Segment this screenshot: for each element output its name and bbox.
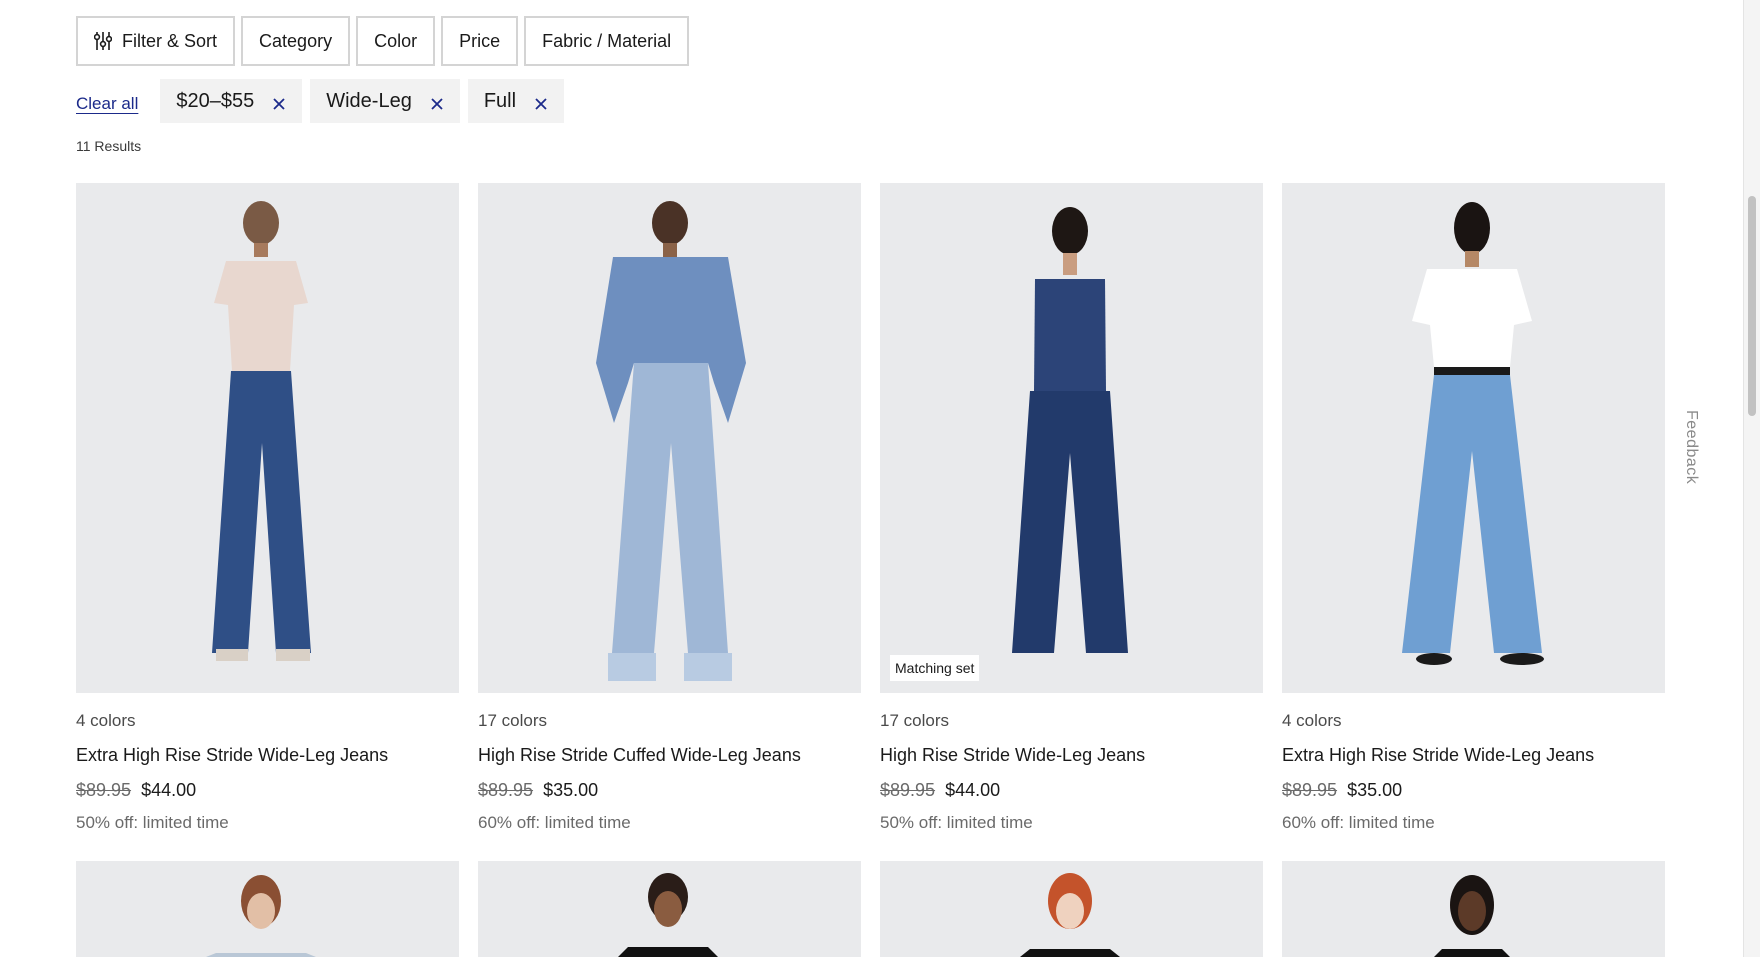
chip-label: $20–$55	[176, 89, 255, 112]
product-color-count: 17 colors	[880, 711, 949, 730]
applied-filter-chip: Full	[467, 79, 565, 123]
applied-filter-chip: $20–$55	[160, 79, 303, 123]
color-filter-button[interactable]: Color	[356, 16, 436, 66]
applied-filter-chip: Wide-Leg	[310, 79, 460, 123]
original-price: $89.95	[76, 780, 132, 800]
category-filter-button[interactable]: Category	[241, 16, 351, 66]
applied-filters: Clear all $20–$55 Wide-Leg Full	[76, 79, 565, 123]
filter-sort-label: Filter & Sort	[122, 30, 218, 51]
scrollbar-thumb[interactable]	[1748, 196, 1756, 416]
product-image[interactable]	[76, 861, 459, 957]
product-name[interactable]: Extra High Rise Stride Wide-Leg Jeans	[76, 745, 459, 766]
product-name[interactable]: Extra High Rise Stride Wide-Leg Jeans	[1282, 745, 1665, 766]
chip-label: Wide-Leg	[326, 89, 412, 112]
product-image[interactable]: Matching set	[880, 183, 1263, 693]
price-filter-button[interactable]: Price	[441, 16, 519, 66]
product-image[interactable]	[478, 861, 861, 957]
page-scrollbar[interactable]	[1743, 0, 1760, 957]
product-color-count: 4 colors	[1282, 711, 1342, 730]
product-image[interactable]	[880, 861, 1263, 957]
promo-text: 60% off: limited time	[1282, 813, 1435, 832]
top	[214, 261, 308, 371]
product-image[interactable]	[1282, 183, 1665, 693]
sale-price: $35.00	[1347, 780, 1403, 800]
tshirt	[1412, 269, 1532, 367]
sliders-icon	[93, 31, 113, 51]
top	[1034, 279, 1106, 391]
product-prices: $89.95 $35.00	[478, 780, 861, 801]
product-card[interactable]: 17 colors High Rise Stride Cuffed Wide-L…	[478, 183, 861, 833]
sale-price: $35.00	[543, 780, 599, 800]
remove-filter-icon[interactable]	[430, 94, 444, 110]
product-card[interactable]: 4 colors Extra High Rise Stride Wide-Leg…	[76, 183, 459, 833]
clear-all-link[interactable]: Clear all	[76, 94, 138, 114]
product-color-count: 4 colors	[76, 711, 136, 730]
remove-filter-icon[interactable]	[272, 94, 286, 110]
chip-label: Full	[483, 89, 517, 112]
results-count: 11 Results	[76, 138, 142, 154]
product-prices: $89.95 $35.00	[1282, 780, 1665, 801]
jeans	[212, 371, 311, 653]
product-prices: $89.95 $44.00	[76, 780, 459, 801]
sale-price: $44.00	[141, 780, 197, 800]
promo-text: 50% off: limited time	[76, 813, 229, 832]
jeans	[612, 363, 728, 653]
filter-bar: Filter & Sort Category Color Price Fabri…	[76, 16, 690, 66]
promo-text: 60% off: limited time	[478, 813, 631, 832]
original-price: $89.95	[478, 780, 534, 800]
product-image[interactable]	[478, 183, 861, 693]
remove-filter-icon[interactable]	[534, 94, 548, 110]
product-card[interactable]: 4 colors Extra High Rise Stride Wide-Leg…	[1282, 183, 1665, 833]
filter-sort-button[interactable]: Filter & Sort	[76, 16, 236, 66]
promo-text: 50% off: limited time	[880, 813, 1033, 832]
jeans	[1012, 391, 1128, 653]
sale-price: $44.00	[945, 780, 1001, 800]
product-prices: $89.95 $44.00	[880, 780, 1263, 801]
jeans	[1402, 375, 1542, 653]
original-price: $89.95	[1282, 780, 1338, 800]
product-card[interactable]: Matching set 17 colors High Rise Stride …	[880, 183, 1263, 833]
product-image[interactable]	[76, 183, 459, 693]
feedback-tab[interactable]: Feedback	[1682, 410, 1700, 484]
fabric-filter-button[interactable]: Fabric / Material	[524, 16, 690, 66]
product-name[interactable]: High Rise Stride Cuffed Wide-Leg Jeans	[478, 745, 861, 766]
product-name[interactable]: High Rise Stride Wide-Leg Jeans	[880, 745, 1263, 766]
original-price: $89.95	[880, 780, 936, 800]
product-image[interactable]	[1282, 861, 1665, 957]
matching-set-badge: Matching set	[890, 655, 980, 681]
product-color-count: 17 colors	[478, 711, 547, 730]
